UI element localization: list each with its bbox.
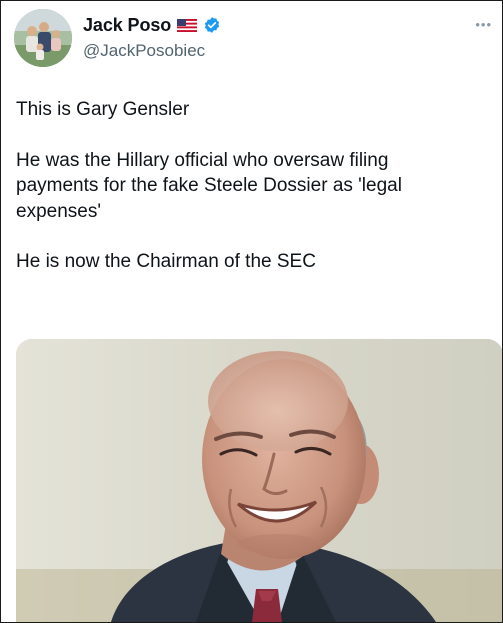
tweet-card: Jack Poso @JackPosobiec ••• This is Gary… xyxy=(0,0,503,623)
photo-portrait xyxy=(16,339,502,622)
us-flag-icon xyxy=(177,18,198,32)
avatar[interactable] xyxy=(14,9,72,67)
tweet-paragraph-2: He was the Hillary official who oversaw … xyxy=(16,149,402,222)
author-name-row: Jack Poso xyxy=(83,14,221,36)
handle[interactable]: @JackPosobiec xyxy=(83,41,205,61)
tweet-text: This is Gary Gensler He was the Hillary … xyxy=(16,97,486,275)
tweet-photo[interactable] xyxy=(16,339,502,622)
verified-badge-icon xyxy=(203,16,221,34)
tweet-paragraph-1: This is Gary Gensler xyxy=(16,99,190,120)
avatar-photo xyxy=(14,9,72,67)
display-name[interactable]: Jack Poso xyxy=(83,15,171,36)
tweet-paragraph-3: He is now the Chairman of the SEC xyxy=(16,251,316,272)
ellipsis-icon[interactable]: ••• xyxy=(475,17,492,32)
